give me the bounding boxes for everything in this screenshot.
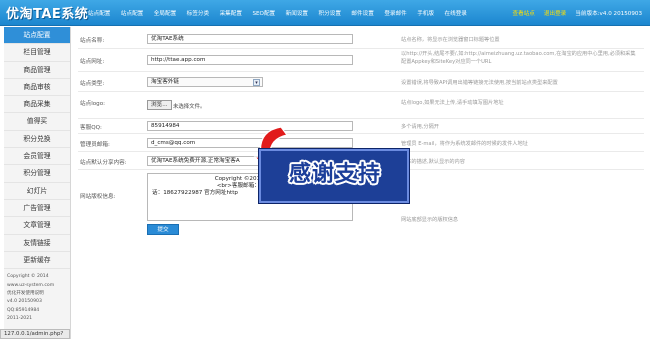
sidebar-item-points-exchange[interactable]: 积分兑换 <box>4 131 70 149</box>
chevron-down-icon: ▾ <box>253 79 260 86</box>
site-name-label: 站点名称: <box>80 38 105 44</box>
top-nav: 站点配置 站点配置 全局配置 标签分类 采集配置 SEO配置 新闻设置 积分设置… <box>88 9 477 17</box>
sidebar: 站点配置 栏目管理 商品管理 商品审核 商品采集 值得买 积分兑换 会员管理 积… <box>4 27 71 339</box>
overlay-text: 感谢支持 <box>288 162 381 187</box>
site-logo-hint: 站点logo,如果无法上传,请手动填写图片地址 <box>401 100 504 106</box>
row-site-name: 站点名称: 优淘TAE系统 站点名称，将显示在浏览器窗口标题等位置 <box>78 30 644 49</box>
site-type-hint: 设置错误,将导致API调用出错等链接无法使用,按当前站点类型来配置 <box>401 80 558 86</box>
site-name-hint: 站点名称，将显示在浏览器窗口标题等位置 <box>401 37 500 43</box>
nav-item[interactable]: 站点配置 <box>88 9 110 17</box>
sidebar-item-members[interactable]: 会员管理 <box>4 148 70 166</box>
sidebar-item-slides[interactable]: 幻灯片 <box>4 183 70 200</box>
top-bar: 优淘TAE系统 站点配置 站点配置 全局配置 标签分类 采集配置 SEO配置 新… <box>0 0 650 26</box>
site-url-input[interactable]: http://ttae.app.com <box>147 55 353 65</box>
site-logo-label: 站点logo: <box>80 101 106 107</box>
nav-item[interactable]: 全局配置 <box>154 9 176 17</box>
submit-button[interactable]: 提交 <box>147 224 179 235</box>
row-site-url: 站点网址: http://ttae.app.com 以http://开头,结尾不… <box>78 49 644 72</box>
sidebar-item-site-config[interactable]: 站点配置 <box>4 27 70 45</box>
footer-info-label: 网站版权信息: <box>80 194 116 200</box>
admin-email-label: 管理员邮箱: <box>80 142 110 148</box>
site-type-select[interactable]: 淘宝客外链 ▾ <box>147 77 263 87</box>
sidebar-item-columns[interactable]: 栏目管理 <box>4 44 70 62</box>
nav-item[interactable]: 在线登录 <box>445 9 467 17</box>
status-bar-url: 127.0.0.1/admin.php? <box>0 329 70 339</box>
site-url-label: 站点网址: <box>80 59 105 65</box>
sidebar-footer: Copyright © 2014 www.uz-system.com 优化开发使… <box>4 269 70 327</box>
nav-item[interactable]: 手机版 <box>417 9 434 17</box>
thanks-overlay: 感谢支持 <box>251 126 409 204</box>
share-hint: 文本的描述,默认显示的内容 <box>401 159 465 165</box>
top-right: 查看站点 退出登录 当前版本:v4.0 20150903 <box>513 9 643 17</box>
nav-item[interactable]: 标签分类 <box>187 9 209 17</box>
footer-line: 优化开发使用说明 <box>7 290 44 296</box>
footer-info-hint: 网站底部显示的版权信息 <box>401 217 459 223</box>
sidebar-item-worth-buy[interactable]: 值得买 <box>4 113 70 131</box>
app-logo: 优淘TAE系统 <box>6 7 89 22</box>
sidebar-item-collect[interactable]: 商品采集 <box>4 96 70 114</box>
footer-line: Copyright © 2014 <box>7 274 49 280</box>
no-file-text: 未选择文件。 <box>173 104 206 110</box>
qq-label: 客服QQ: <box>80 125 102 131</box>
footer-line: 2011-2021 <box>7 316 33 322</box>
view-site-link[interactable]: 查看站点 <box>513 9 535 17</box>
browse-button[interactable]: 浏览... <box>147 100 172 110</box>
share-label: 站点默认分享内容: <box>80 160 127 166</box>
nav-item[interactable]: 邮件设置 <box>351 9 373 17</box>
version-text: 当前版本:v4.0 20150903 <box>575 11 642 17</box>
sidebar-item-products[interactable]: 商品管理 <box>4 62 70 79</box>
row-site-logo: 站点logo: 浏览... 未选择文件。 站点logo,如果无法上传,请手动填写… <box>78 92 644 119</box>
site-type-value: 淘宝客外链 <box>151 79 179 85</box>
qq-input[interactable]: 85914984 <box>147 121 353 131</box>
footer-line: QQ:85914984 <box>7 307 40 313</box>
nav-item[interactable]: 新闻设置 <box>286 9 308 17</box>
footer-line: www.uz-system.com <box>7 282 55 288</box>
admin-email-hint: 管理员 E-mail，将作为系统发邮件的时候的发件人地址 <box>401 141 528 147</box>
sidebar-item-review[interactable]: 商品审核 <box>4 79 70 97</box>
site-type-label: 站点类型: <box>80 81 105 87</box>
nav-item[interactable]: 站点配置 <box>121 9 143 17</box>
row-site-type: 站点类型: 淘宝客外链 ▾ 设置错误,将导致API调用出错等链接无法使用,按当前… <box>78 72 644 92</box>
sidebar-item-cache[interactable]: 更新缓存 <box>4 252 70 270</box>
nav-item[interactable]: 积分设置 <box>319 9 341 17</box>
sidebar-item-points[interactable]: 积分管理 <box>4 165 70 183</box>
logout-link[interactable]: 退出登录 <box>544 9 566 17</box>
row-qq: 客服QQ: 85914984 多个请用,分隔开 <box>78 119 644 134</box>
qq-hint: 多个请用,分隔开 <box>401 124 439 130</box>
nav-item[interactable]: 采集配置 <box>220 9 242 17</box>
site-name-input[interactable]: 优淘TAE系统 <box>147 34 353 44</box>
sidebar-item-links[interactable]: 友情链接 <box>4 235 70 252</box>
site-url-hint: 以http://开头,结尾不要/,如:http://aimeizhuang.uz… <box>401 51 636 65</box>
sidebar-item-ads[interactable]: 广告管理 <box>4 200 70 218</box>
sidebar-item-articles[interactable]: 文章管理 <box>4 217 70 235</box>
nav-item[interactable]: SEO配置 <box>252 9 275 17</box>
footer-line: v4.0 20150903 <box>7 299 42 305</box>
nav-item[interactable]: 登录邮件 <box>384 9 406 17</box>
